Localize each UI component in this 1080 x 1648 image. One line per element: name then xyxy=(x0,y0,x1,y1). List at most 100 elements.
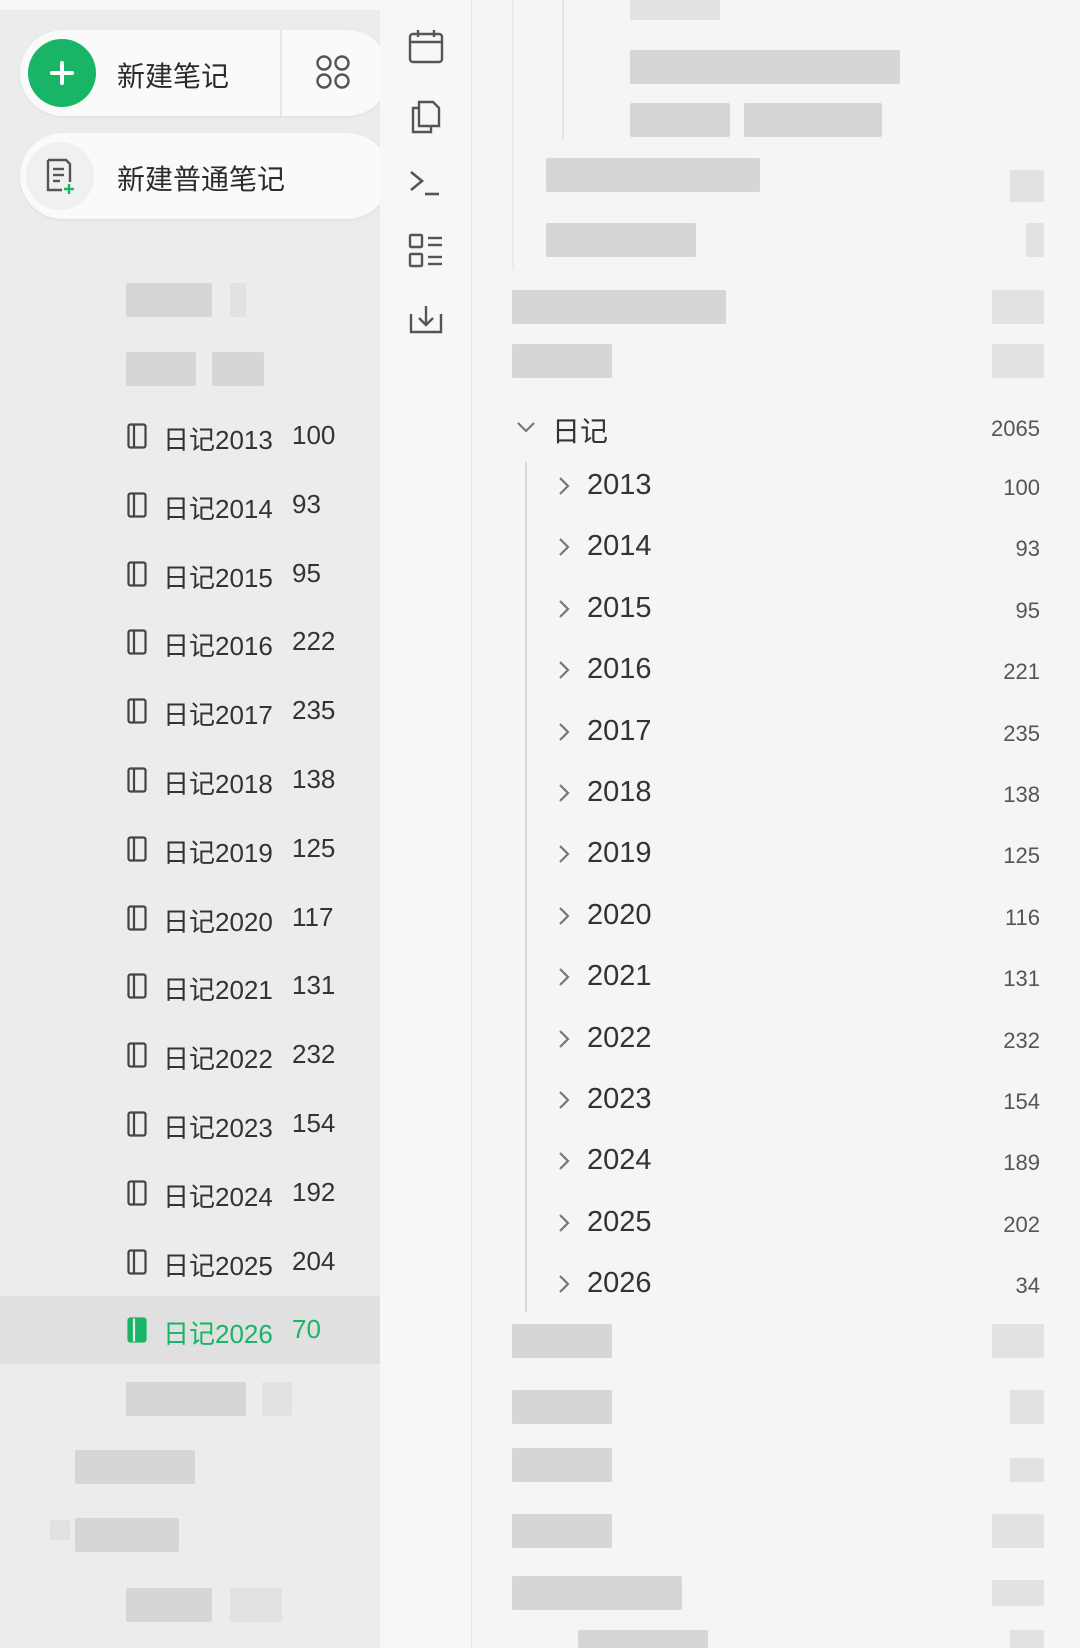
year-item[interactable]: 2024 189 xyxy=(472,1134,1080,1190)
obscured-item xyxy=(126,1382,246,1416)
notebook-count: 204 xyxy=(292,1245,336,1276)
notebook-icon xyxy=(127,836,147,862)
year-label: 2023 xyxy=(587,1083,652,1115)
notebook-icon xyxy=(127,629,147,655)
year-item[interactable]: 2015 95 xyxy=(472,582,1080,638)
year-item[interactable]: 2020 116 xyxy=(472,889,1080,945)
chevron-right-icon[interactable] xyxy=(552,842,576,866)
notebook-item[interactable]: 日记2021 131 xyxy=(0,952,380,1020)
year-item[interactable]: 2017 235 xyxy=(472,705,1080,761)
copy-icon[interactable] xyxy=(405,94,447,136)
year-item[interactable]: 2025 202 xyxy=(472,1196,1080,1252)
notebook-name: 日记2016 xyxy=(163,631,273,662)
obscured-count xyxy=(992,1580,1044,1606)
chevron-right-icon[interactable] xyxy=(552,1088,576,1112)
year-item[interactable]: 2016 221 xyxy=(472,643,1080,699)
obscured-count xyxy=(1010,1390,1044,1424)
chevron-right-icon[interactable] xyxy=(552,1211,576,1235)
obscured-item xyxy=(126,1588,212,1622)
notebook-item[interactable]: 日记2023 154 xyxy=(0,1090,380,1158)
notebook-item[interactable]: 日记2026 70 xyxy=(0,1296,380,1365)
notebook-item[interactable]: 日记2025 204 xyxy=(0,1228,380,1296)
year-item[interactable]: 2026 34 xyxy=(472,1257,1080,1313)
year-item[interactable]: 2023 154 xyxy=(472,1073,1080,1129)
chevron-down-icon[interactable] xyxy=(514,415,538,439)
obscured-item xyxy=(512,344,612,378)
notebook-sidebar: 新建笔记 新建普通笔记 日记2013 100 日记2014 93 日记2015 95 日记2… xyxy=(0,0,390,1648)
notebook-item[interactable]: 日记2018 138 xyxy=(0,746,380,814)
chevron-right-icon[interactable] xyxy=(552,597,576,621)
notebook-item[interactable]: 日记2017 235 xyxy=(0,677,380,745)
obscured-item xyxy=(230,1588,282,1622)
obscured-count xyxy=(1010,170,1044,202)
year-item[interactable]: 2021 131 xyxy=(472,950,1080,1006)
new-note-button[interactable]: 新建笔记 xyxy=(117,55,229,95)
year-count: 131 xyxy=(1003,966,1040,992)
notebook-item[interactable]: 日记2015 95 xyxy=(0,540,380,608)
notebook-icon xyxy=(127,1111,147,1137)
new-plain-note-icon-wrap xyxy=(26,142,94,210)
new-plain-note-button[interactable]: 新建普通笔记 xyxy=(117,158,285,198)
doc-plus-icon xyxy=(46,158,74,194)
year-label: 2014 xyxy=(587,530,652,563)
year-count: 154 xyxy=(1003,1089,1040,1114)
chevron-right-icon[interactable] xyxy=(552,965,576,989)
obscured-item xyxy=(512,290,726,324)
chevron-right-icon[interactable] xyxy=(552,535,576,559)
chevron-right-icon[interactable] xyxy=(552,1149,576,1173)
tree-guide-line xyxy=(512,0,514,270)
year-label: 2026 xyxy=(587,1267,652,1300)
obscured-item xyxy=(512,1448,612,1482)
obscured-count xyxy=(992,290,1044,324)
obscured-item xyxy=(75,1518,179,1552)
year-item[interactable]: 2022 232 xyxy=(472,1012,1080,1068)
year-item[interactable]: 2019 125 xyxy=(472,827,1080,883)
year-item[interactable]: 2014 93 xyxy=(472,520,1080,576)
obscured-count xyxy=(1010,1630,1044,1648)
year-label: 2018 xyxy=(587,776,652,808)
year-count: 125 xyxy=(1003,843,1040,869)
notebook-item[interactable]: 日记2020 117 xyxy=(0,884,380,952)
calendar-icon[interactable] xyxy=(405,26,447,68)
notebook-count: 117 xyxy=(292,901,334,932)
notebook-item[interactable]: 日记2016 222 xyxy=(0,608,380,676)
notebook-item[interactable]: 日记2019 125 xyxy=(0,815,380,883)
chevron-right-icon[interactable] xyxy=(552,720,576,744)
notebook-name: 日记2023 xyxy=(163,1113,273,1143)
year-item[interactable]: 2018 138 xyxy=(472,766,1080,822)
notebook-item[interactable]: 日记2014 93 xyxy=(0,471,380,539)
year-label: 2013 xyxy=(587,469,652,501)
notebook-name: 日记2017 xyxy=(163,700,273,731)
chevron-right-icon[interactable] xyxy=(552,781,576,805)
obscured-item xyxy=(630,0,720,20)
grid-icon[interactable] xyxy=(315,54,351,90)
chevron-right-icon[interactable] xyxy=(552,904,576,928)
terminal-icon[interactable] xyxy=(405,162,447,204)
notebook-count: 154 xyxy=(292,1108,336,1138)
chevron-right-icon[interactable] xyxy=(552,1027,576,1051)
obscured-item xyxy=(546,223,696,257)
year-item[interactable]: 2013 100 xyxy=(472,459,1080,515)
notebook-name: 日记2014 xyxy=(163,493,273,524)
notebook-count: 222 xyxy=(292,626,336,657)
download-icon[interactable] xyxy=(405,298,447,340)
chevron-right-icon[interactable] xyxy=(552,474,576,498)
chevron-right-icon[interactable] xyxy=(552,658,576,682)
new-note-plus-button[interactable] xyxy=(28,39,96,107)
new-plain-note-card[interactable]: 新建普通笔记 xyxy=(20,133,390,219)
notebook-icon xyxy=(127,698,147,724)
diary-group-count: 2065 xyxy=(991,416,1040,441)
list-view-icon[interactable] xyxy=(405,230,447,272)
icon-toolbar xyxy=(380,0,472,1648)
notebook-item[interactable]: 日记2024 192 xyxy=(0,1159,380,1227)
notebook-count: 138 xyxy=(292,764,336,794)
obscured-item xyxy=(230,283,246,317)
notebook-name: 日记2021 xyxy=(163,975,273,1006)
year-count: 95 xyxy=(1015,597,1040,623)
notebook-item[interactable]: 日记2013 100 xyxy=(0,402,380,470)
notebook-item[interactable]: 日记2022 232 xyxy=(0,1021,380,1089)
chevron-right-icon[interactable] xyxy=(552,1272,576,1296)
diary-group-header[interactable]: 日记 2065 xyxy=(472,400,1080,454)
year-count: 235 xyxy=(1003,720,1040,746)
year-count: 232 xyxy=(1003,1027,1040,1053)
